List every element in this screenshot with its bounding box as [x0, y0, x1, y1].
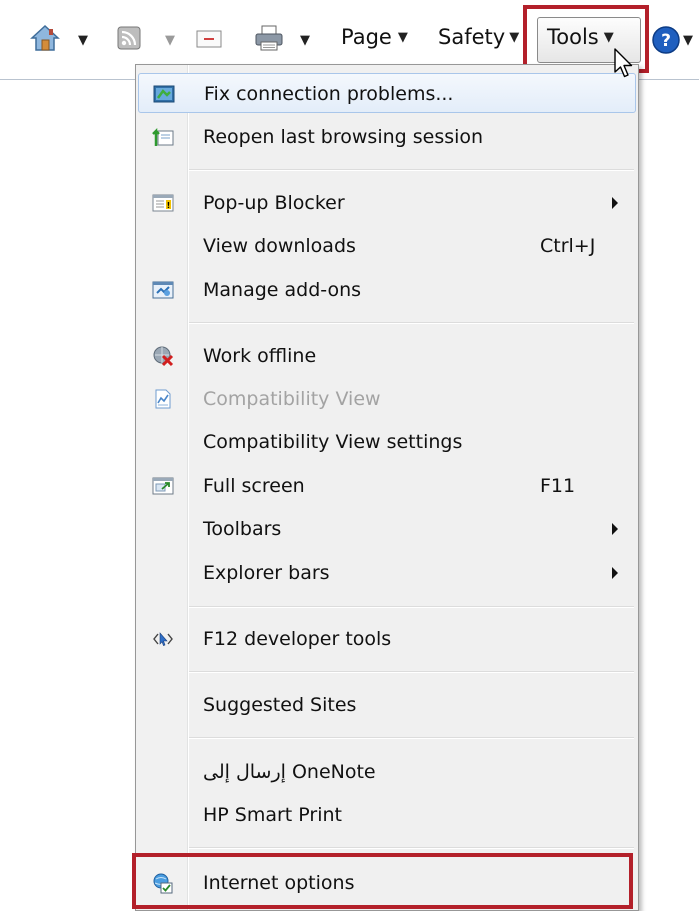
submenu-arrow-icon	[612, 197, 618, 209]
menu-item-label: HP Smart Print	[203, 804, 343, 826]
fix-connection-icon	[153, 85, 175, 103]
submenu-arrow-icon	[612, 523, 618, 535]
home-dropdown-button[interactable]: ▼	[78, 34, 88, 47]
caret-down-icon: ▼	[300, 33, 310, 48]
help-button[interactable]: ?	[651, 25, 681, 55]
menu-item-view-downloads[interactable]: View downloads Ctrl+J	[138, 226, 636, 266]
menu-item-label: View downloads	[203, 235, 356, 257]
menu-item-label: Compatibility View settings	[203, 431, 463, 453]
caret-down-icon: ▼	[397, 29, 408, 45]
menu-item-label: Compatibility View	[203, 388, 381, 410]
menu-item-label: Manage add-ons	[203, 279, 362, 301]
compatibility-view-icon	[155, 389, 171, 409]
menu-item-label: Toolbars	[203, 518, 282, 540]
menu-item-shortcut: Ctrl+J	[540, 235, 596, 257]
menu-item-label: Work offline	[203, 345, 317, 367]
menu-item-label: Pop-up Blocker	[203, 192, 345, 214]
popup-blocker-icon: !	[152, 194, 174, 212]
tools-menu: Fix connection problems... Reopen last b…	[135, 64, 639, 911]
menu-item-label: F12 developer tools	[203, 628, 392, 650]
menu-item-developer-tools[interactable]: F12 developer tools	[138, 619, 636, 659]
add-ons-icon	[152, 281, 174, 299]
svg-text:!: !	[167, 201, 171, 210]
page-menu-button[interactable]: Page ▼	[341, 25, 408, 49]
menu-separator	[189, 322, 634, 324]
full-screen-icon	[152, 477, 174, 495]
developer-tools-icon	[153, 632, 173, 646]
caret-down-icon: ▼	[509, 29, 520, 45]
menu-item-label: Fix connection problems...	[204, 83, 454, 105]
menu-item-work-offline[interactable]: Work offline	[138, 336, 636, 376]
menu-item-label: Full screen	[203, 475, 305, 497]
read-mail-button[interactable]	[196, 29, 222, 49]
menu-item-reopen-session[interactable]: Reopen last browsing session	[138, 117, 636, 157]
print-button[interactable]	[254, 24, 284, 52]
menu-separator	[189, 847, 634, 849]
menu-item-toolbars[interactable]: Toolbars	[138, 509, 636, 549]
menu-item-shortcut: F11	[540, 475, 576, 497]
menu-separator	[189, 671, 634, 673]
feeds-icon	[117, 26, 141, 50]
page-menu-label: Page	[341, 25, 392, 49]
menu-item-compatibility-view-settings[interactable]: Compatibility View settings	[138, 422, 636, 462]
svg-text:?: ?	[661, 31, 671, 51]
menu-item-label: إرسال إلى OneNote	[203, 761, 376, 783]
menu-separator	[189, 606, 634, 608]
work-offline-icon	[153, 346, 174, 367]
caret-down-icon: ▼	[683, 33, 693, 48]
menu-item-suggested-sites[interactable]: Suggested Sites	[138, 685, 636, 725]
mouse-pointer-icon	[614, 48, 633, 78]
menu-item-compatibility-view[interactable]: Compatibility View	[138, 379, 636, 419]
menu-item-manage-addons[interactable]: Manage add-ons	[138, 270, 636, 310]
reopen-session-icon	[152, 127, 174, 146]
safety-menu-button[interactable]: Safety ▼	[438, 25, 519, 49]
help-dropdown-button[interactable]: ▼	[683, 34, 693, 47]
menu-item-send-to-onenote[interactable]: إرسال إلى OneNote	[138, 752, 636, 792]
printer-icon	[255, 25, 283, 51]
menu-item-popup-blocker[interactable]: ! Pop-up Blocker	[138, 183, 636, 223]
menu-item-explorer-bars[interactable]: Explorer bars	[138, 553, 636, 593]
menu-separator	[189, 169, 634, 171]
menu-item-fix-connection[interactable]: Fix connection problems...	[138, 73, 636, 113]
menu-separator	[189, 737, 634, 739]
menu-item-label: Reopen last browsing session	[203, 126, 484, 148]
caret-down-icon: ▼	[78, 33, 88, 48]
feeds-button[interactable]	[117, 26, 141, 50]
safety-menu-label: Safety	[438, 25, 506, 49]
menu-item-label: Explorer bars	[203, 562, 330, 584]
help-icon: ?	[652, 26, 680, 54]
menu-item-full-screen[interactable]: Full screen F11	[138, 466, 636, 506]
caret-down-icon: ▼	[165, 33, 175, 48]
print-dropdown-button[interactable]: ▼	[300, 34, 310, 47]
mail-icon	[196, 30, 222, 48]
feeds-dropdown-button[interactable]: ▼	[165, 34, 175, 47]
home-button[interactable]	[30, 23, 60, 53]
menu-item-label: Suggested Sites	[203, 694, 357, 716]
internet-options-highlight-box	[132, 853, 633, 909]
home-icon	[30, 24, 60, 51]
menu-item-hp-smart-print[interactable]: HP Smart Print	[138, 795, 636, 835]
submenu-arrow-icon	[612, 567, 618, 579]
